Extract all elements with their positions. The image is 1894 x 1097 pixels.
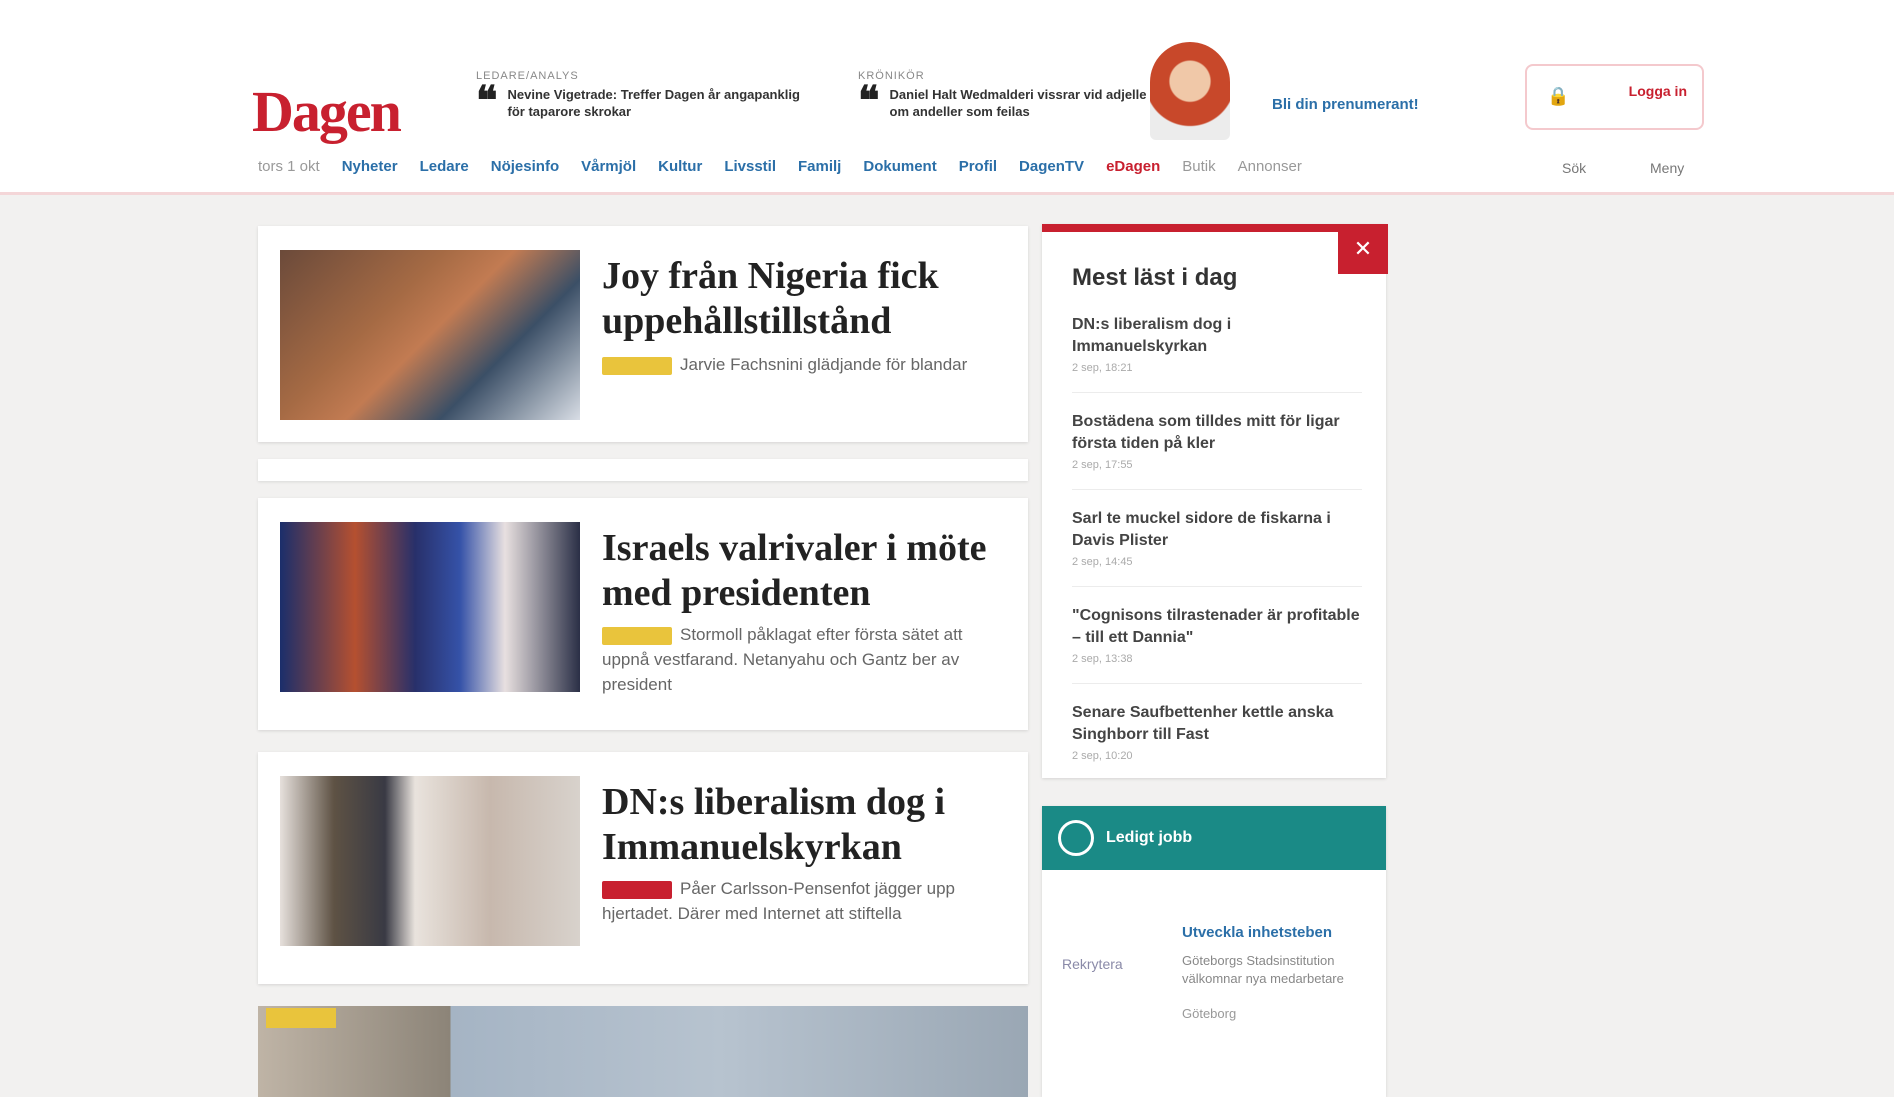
columnist-avatar (1150, 42, 1230, 140)
divider (258, 459, 1028, 481)
search-link[interactable]: Sök (1562, 160, 1586, 176)
site-header: Dagen LEDARE/ANALYS ❝ Nevine Vigetrade: … (0, 0, 1894, 195)
nav-item-4[interactable]: Vårmjöl (581, 158, 636, 175)
subscribe-link[interactable]: Bli din prenumerant! (1272, 96, 1419, 113)
quote-icon: ❝ (858, 78, 880, 123)
article-title[interactable]: DN:s liberalism dog i Immanuelskyrkan (602, 780, 1002, 870)
nav-item-profil[interactable]: Profil (959, 158, 997, 175)
most-read-date: 2 sep, 18:21 (1072, 362, 1133, 374)
most-read-title: Mest läst i dag (1072, 264, 1238, 291)
header-promo-1[interactable]: LEDARE/ANALYS ❝ Nevine Vigetrade: Treffe… (476, 70, 806, 123)
site-logo[interactable]: Dagen (252, 78, 402, 145)
ad-location: Göteborg (1182, 1006, 1237, 1021)
article-card[interactable]: Israels valrivaler i möte med presidente… (258, 498, 1028, 730)
nav-item-edagen[interactable]: eDagen (1106, 158, 1160, 175)
header-promo-2[interactable]: KRÖNIKÖR ❝ Daniel Halt Wedmalderi vissra… (858, 70, 1148, 123)
most-read-date: 2 sep, 10:20 (1072, 750, 1133, 762)
most-read-date: 2 sep, 17:55 (1072, 459, 1133, 471)
list-item[interactable]: Senare Saufbettenher kettle anska Singhb… (1072, 702, 1362, 780)
most-read-panel: ✕ Mest läst i dag DN:s liberalism dog i … (1042, 224, 1388, 780)
most-read-headline[interactable]: Sarl te muckel sidore de fiskarna i Davi… (1072, 508, 1362, 552)
article-card[interactable]: Joy från Nigeria fick uppehållstillstånd… (258, 226, 1028, 442)
nav-item-annonser[interactable]: Annonser (1238, 158, 1302, 175)
promo-text[interactable]: Daniel Halt Wedmalderi vissrar vid adjel… (890, 86, 1148, 120)
close-icon[interactable]: ✕ (1338, 224, 1388, 274)
article-summary: Stormoll påklagat efter första sätet att… (602, 625, 963, 694)
promo-kicker: KRÖNIKÖR (858, 70, 925, 82)
nav-date: tors 1 okt (258, 158, 320, 175)
article-card[interactable]: DN:s liberalism dog i Immanuelskyrkan På… (258, 752, 1028, 984)
promo-text[interactable]: Nevine Vigetrade: Treffer Dagen år angap… (508, 86, 806, 120)
list-item[interactable]: Sarl te muckel sidore de fiskarna i Davi… (1072, 508, 1362, 587)
quote-icon: ❝ (476, 78, 498, 123)
lock-icon: 🔒 (1547, 86, 1570, 106)
list-item[interactable]: "Cognisons tilrastenader är profitable –… (1072, 605, 1362, 684)
article-title[interactable]: Joy från Nigeria fick uppehållstillstånd (602, 254, 1002, 344)
ad-description: Göteborgs Stadsinstitution välkomnar nya… (1182, 953, 1344, 986)
ad-header-label: Ledigt jobb (1106, 829, 1193, 846)
nav-item-dagentv[interactable]: DagenTV (1019, 158, 1084, 175)
article-tag (266, 1008, 336, 1028)
most-read-date: 2 sep, 14:45 (1072, 556, 1133, 568)
nav-item-familj[interactable]: Familj (798, 158, 841, 175)
most-read-date: 2 sep, 13:38 (1072, 653, 1133, 665)
login-label: Logga in (1628, 83, 1687, 99)
most-read-headline[interactable]: DN:s liberalism dog i Immanuelskyrkan (1072, 314, 1362, 358)
article-tag (602, 356, 672, 375)
ad-brand: Rekrytera (1062, 956, 1123, 972)
login-button[interactable]: 🔒 Logga in (1525, 64, 1704, 130)
job-ad-panel[interactable]: Ledigt jobb Rekrytera Utveckla inhetsteb… (1042, 806, 1386, 1097)
ad-logo-icon (1058, 820, 1094, 856)
article-tag (602, 880, 672, 899)
article-image[interactable] (280, 522, 580, 692)
article-tag (602, 626, 672, 645)
most-read-headline[interactable]: Senare Saufbettenher kettle anska Singhb… (1072, 702, 1362, 746)
main-nav: tors 1 okt Nyheter Ledare Nöjesinfo Vårm… (258, 158, 1302, 175)
list-item[interactable]: Bostädena som tilldes mitt för ligar för… (1072, 411, 1362, 490)
list-item[interactable]: DN:s liberalism dog i Immanuelskyrkan 2 … (1072, 314, 1362, 393)
ad-header: Ledigt jobb (1042, 806, 1386, 870)
menu-link[interactable]: Meny (1650, 160, 1684, 176)
most-read-headline[interactable]: "Cognisons tilrastenader är profitable –… (1072, 605, 1362, 649)
nav-item-3[interactable]: Nöjesinfo (491, 158, 559, 175)
nav-item-nyheter[interactable]: Nyheter (342, 158, 398, 175)
nav-item-dokument[interactable]: Dokument (863, 158, 936, 175)
nav-item-butik[interactable]: Butik (1182, 158, 1215, 175)
ad-link[interactable]: Utveckla inhetsteben (1182, 924, 1332, 941)
article-title[interactable]: Israels valrivaler i möte med presidente… (602, 526, 1002, 616)
promo-kicker: LEDARE/ANALYS (476, 70, 579, 82)
article-image[interactable] (280, 776, 580, 946)
nav-item-kultur[interactable]: Kultur (658, 158, 702, 175)
nav-item-ledare[interactable]: Ledare (420, 158, 469, 175)
article-summary: Påer Carlsson-Pensenfot jägger upp hjert… (602, 879, 955, 923)
article-image[interactable] (280, 250, 580, 420)
most-read-headline[interactable]: Bostädena som tilldes mitt för ligar för… (1072, 411, 1362, 455)
article-image[interactable] (258, 1006, 1028, 1097)
nav-item-livsstil[interactable]: Livsstil (724, 158, 776, 175)
article-summary: Jarvie Fachsnini glädjande för blandar (602, 352, 982, 377)
